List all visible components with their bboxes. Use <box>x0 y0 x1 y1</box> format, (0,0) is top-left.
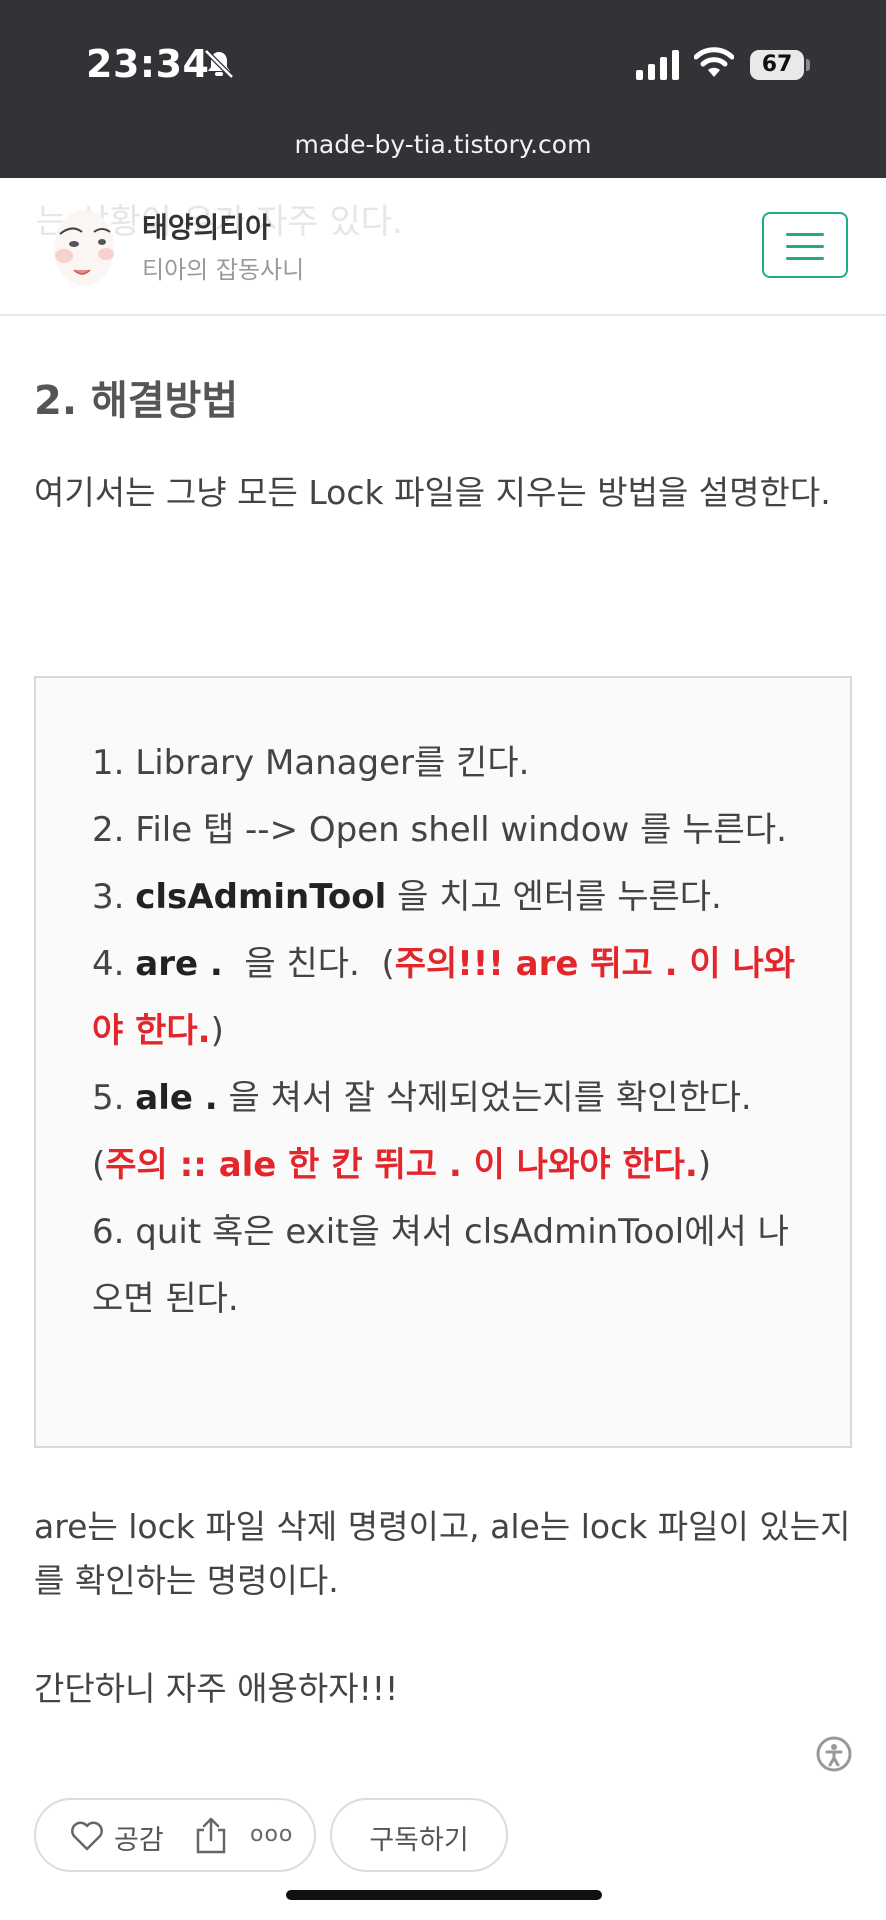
menu-button[interactable] <box>762 212 848 278</box>
step-text: ( <box>92 1145 106 1185</box>
share-icon[interactable] <box>194 1816 228 1854</box>
battery-icon: 67 <box>750 50 804 80</box>
wifi-icon <box>694 47 734 77</box>
step-text: 을 쳐서 잘 삭제되었는지를 확인한다. <box>217 1078 752 1118</box>
hamburger-icon <box>786 233 824 236</box>
status-time: 23:34 <box>86 42 210 86</box>
subscribe-button[interactable]: 구독하기 <box>330 1798 508 1872</box>
subscribe-label: 구독하기 <box>369 1825 469 1856</box>
section-heading: 2. 해결방법 <box>34 378 239 424</box>
step-2: 2. File 탭 --> Open shell window 를 누른다. <box>92 810 787 850</box>
command-text: ale . <box>135 1078 218 1118</box>
heart-icon[interactable] <box>70 1821 104 1851</box>
explain-paragraph: are는 lock 파일 삭제 명령이고, ale는 lock 파일이 있는지를… <box>34 1507 851 1600</box>
blog-avatar[interactable] <box>46 204 122 290</box>
bell-slash-icon <box>204 49 234 79</box>
battery-cap <box>806 59 810 71</box>
step-text: ) <box>210 1011 224 1051</box>
blog-subtitle: 티아의 잡동사니 <box>142 256 305 284</box>
like-button[interactable]: 공감 <box>114 1818 164 1857</box>
hamburger-icon <box>786 257 824 260</box>
step-3: 3. clsAdminTool 을 치고 엔터를 누른다. <box>92 864 812 931</box>
like-share-bar: 공감 ooo <box>34 1798 316 1872</box>
home-indicator[interactable] <box>286 1890 602 1900</box>
warning-text: 주의 :: ale 한 칸 뛰고 . 이 나와야 한다. <box>105 1145 698 1185</box>
blog-header: 는 상황이 우가 자주 있다. 태양의티아 티아의 잡동사니 <box>0 178 886 316</box>
step-text: 을 치고 엔터를 누른다. <box>386 877 722 917</box>
step-6: 6. quit 혹은 exit을 쳐서 clsAdminTool에서 나오면 된… <box>92 1212 789 1319</box>
steps-box: 1. Library Manager를 킨다. 2. File 탭 --> Op… <box>34 676 852 1448</box>
step-number: 3. <box>92 877 136 917</box>
more-icon[interactable]: ooo <box>250 1822 293 1847</box>
command-text: clsAdminTool <box>135 877 387 917</box>
hamburger-icon <box>786 245 824 248</box>
signal-icon <box>636 50 679 80</box>
step-5: 5. ale . 을 쳐서 잘 삭제되었는지를 확인한다.(주의 :: ale … <box>92 1065 812 1199</box>
step-number: 4. <box>92 944 136 984</box>
address-bar-url[interactable]: made-by-tia.tistory.com <box>0 130 886 159</box>
step-number: 5. <box>92 1078 136 1118</box>
step-text: ) <box>697 1145 712 1185</box>
step-4: 4. are . 을 친다. (주의!!! are 뛰고 . 이 나와야 한다.… <box>92 931 812 1065</box>
step-1: 1. Library Manager를 킨다. <box>92 743 530 783</box>
command-text: are . <box>135 944 223 984</box>
status-bar: 23:34 67 made-by-tia.tistory.com <box>0 0 886 178</box>
accessibility-icon[interactable] <box>816 1736 852 1772</box>
step-text: 을 친다. ( <box>222 944 395 984</box>
intro-paragraph: 여기서는 그냥 모든 Lock 파일을 지우는 방법을 설명한다. <box>34 473 831 512</box>
closing-paragraph: 간단하니 자주 애용하자!!! <box>34 1669 399 1708</box>
steps-list: 1. Library Manager를 킨다. 2. File 탭 --> Op… <box>92 730 812 1333</box>
blog-title[interactable]: 태양의티아 <box>142 206 271 246</box>
